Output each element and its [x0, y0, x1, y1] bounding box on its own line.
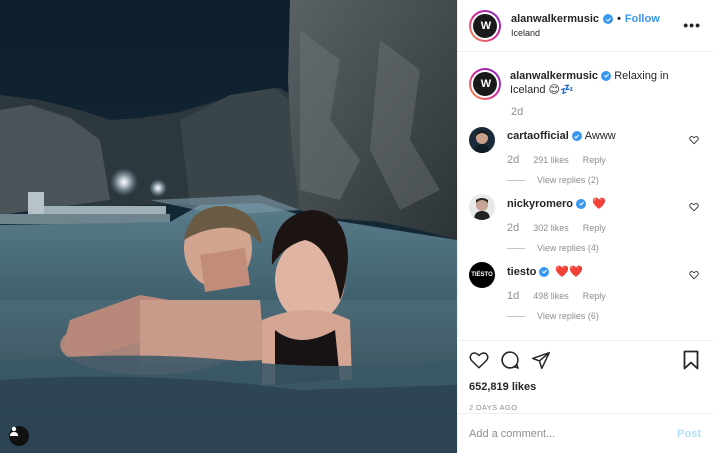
comment-likes[interactable]: 302 likes	[533, 223, 569, 233]
comment-item: cartaofficial Awww 2d 291 likes Reply Vi…	[469, 127, 701, 185]
bookmark-icon[interactable]	[683, 350, 699, 373]
view-replies-button[interactable]: View replies (2)	[507, 175, 701, 185]
comment-username[interactable]: cartaofficial	[507, 130, 569, 142]
tiesto-logo: TIËSTO	[471, 272, 493, 278]
comment-hearts: ❤️❤️	[555, 266, 583, 278]
post-photo[interactable]	[0, 0, 457, 453]
tag-user-icon[interactable]	[9, 426, 29, 446]
comment-likes[interactable]: 291 likes	[533, 155, 569, 165]
reply-button[interactable]: Reply	[583, 291, 606, 301]
comment-icon[interactable]	[500, 350, 520, 373]
verified-icon	[539, 266, 550, 277]
like-heart-icon[interactable]	[469, 351, 489, 372]
divider	[507, 247, 525, 249]
comment-username[interactable]: tiesto	[507, 266, 536, 278]
divider	[507, 179, 525, 181]
comment-hearts: ❤️	[592, 198, 606, 210]
verified-icon	[603, 14, 614, 24]
comment-input[interactable]	[469, 427, 649, 440]
heart-icon[interactable]	[689, 135, 699, 148]
caption-username[interactable]: alanwalkermusic	[510, 70, 598, 82]
comment-timestamp: 1d	[507, 290, 520, 302]
divider	[507, 315, 525, 317]
comment-username[interactable]: nickyromero	[507, 198, 573, 210]
follow-button[interactable]: Follow	[625, 13, 660, 25]
post-comment-button[interactable]: Post	[677, 428, 701, 440]
post-header: W alanwalkermusic • Follow Iceland •••	[458, 0, 713, 52]
like-count[interactable]: 652,819 likes	[469, 381, 701, 393]
avatar[interactable]	[469, 194, 495, 220]
photo-scene	[0, 0, 457, 453]
add-comment-bar: Post	[458, 413, 713, 453]
comment-timestamp: 2d	[507, 222, 520, 234]
verified-icon	[571, 131, 582, 141]
reply-button[interactable]: Reply	[583, 155, 606, 165]
verified-icon	[601, 70, 612, 81]
avatar[interactable]	[469, 127, 495, 153]
comment-timestamp: 2d	[507, 154, 520, 166]
post-actions: 652,819 likes 2 DAYS AGO	[458, 340, 713, 412]
heart-icon[interactable]	[689, 270, 699, 283]
location-link[interactable]: Iceland	[511, 28, 660, 38]
verified-icon	[576, 198, 587, 209]
view-replies-button[interactable]: View replies (6)	[507, 311, 701, 321]
avatar[interactable]: TIËSTO	[469, 262, 495, 288]
share-icon[interactable]	[531, 351, 551, 373]
more-options-icon[interactable]: •••	[683, 17, 701, 33]
view-replies-button[interactable]: View replies (4)	[507, 243, 701, 253]
comment-text: Awww	[584, 130, 616, 142]
username-link[interactable]: alanwalkermusic	[511, 13, 599, 25]
comment-item: nickyromero ❤️ 2d 302 likes Reply View r…	[469, 194, 701, 253]
reply-button[interactable]: Reply	[583, 223, 606, 233]
caption-timestamp: 2d	[511, 106, 524, 118]
comments-list: W alanwalkermusic Relaxing in Iceland 😊💤…	[458, 52, 713, 342]
post-details-panel: W alanwalkermusic • Follow Iceland ••• W	[457, 0, 713, 453]
avatar[interactable]: W	[469, 9, 501, 42]
post-date: 2 DAYS AGO	[469, 403, 518, 412]
post-caption: W alanwalkermusic Relaxing in Iceland 😊💤	[469, 68, 701, 100]
comment-item: TIËSTO tiesto ❤️❤️ 1d 498 likes Reply Vi…	[469, 262, 701, 321]
heart-icon[interactable]	[689, 202, 699, 215]
comment-likes[interactable]: 498 likes	[533, 291, 569, 301]
avatar[interactable]: W	[469, 68, 501, 100]
